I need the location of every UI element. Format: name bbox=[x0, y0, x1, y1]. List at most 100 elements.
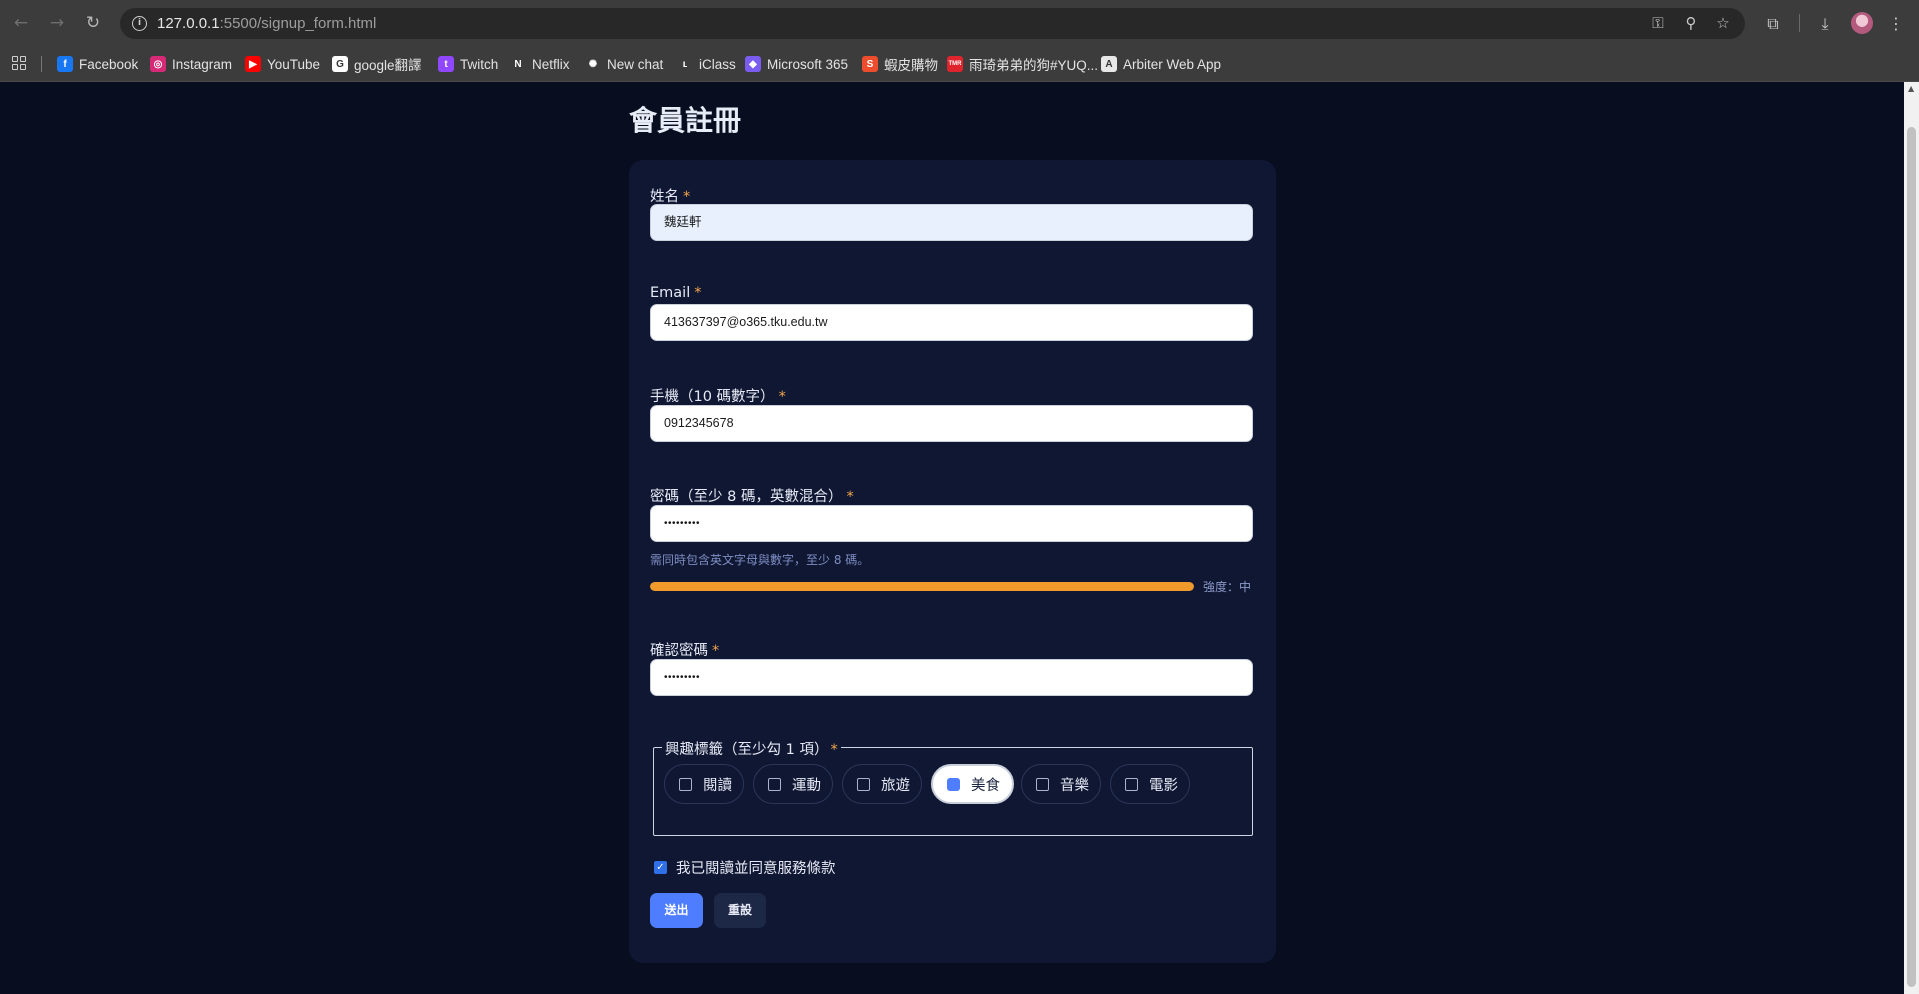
checkbox-icon[interactable] bbox=[1125, 777, 1138, 791]
scroll-up-arrow-icon[interactable]: ▲ bbox=[1908, 84, 1914, 93]
interest-chip-food[interactable]: 美食 bbox=[931, 764, 1014, 804]
interest-chip-label: 運動 bbox=[792, 777, 821, 794]
interest-chip-reading[interactable]: 閱讀 bbox=[664, 764, 744, 804]
bookmark-item[interactable]: ◆ Microsoft 365 bbox=[745, 53, 848, 75]
twitch-icon: t bbox=[438, 56, 454, 72]
microsoft-365-icon: ◆ bbox=[745, 56, 761, 72]
submit-button[interactable]: 送出 bbox=[650, 893, 703, 928]
bookmark-star-icon[interactable]: ☆ bbox=[1714, 14, 1732, 32]
phone-label-text: 手機（10 碼數字） bbox=[650, 389, 775, 405]
email-input[interactable]: 413637397@o365.tku.edu.tw bbox=[650, 304, 1253, 341]
apps-grid-icon[interactable] bbox=[12, 56, 26, 70]
email-label: Email * bbox=[650, 285, 701, 301]
reset-button[interactable]: 重設 bbox=[714, 893, 766, 928]
iclass-icon: ʟ bbox=[677, 56, 693, 72]
interest-chip-label: 閱讀 bbox=[703, 777, 732, 794]
required-mark: * bbox=[846, 489, 854, 505]
checkbox-checked-icon[interactable] bbox=[947, 777, 960, 791]
password-input[interactable]: ••••••••• bbox=[650, 505, 1253, 542]
site-info-icon[interactable]: i bbox=[132, 16, 147, 31]
checkbox-icon[interactable] bbox=[857, 777, 870, 791]
required-mark: * bbox=[712, 643, 720, 659]
youtube-icon: ▶ bbox=[245, 56, 261, 72]
instagram-icon: ◎ bbox=[150, 56, 166, 72]
bookmark-label: Instagram bbox=[172, 56, 233, 72]
password-label: 密碼（至少 8 碼，英數混合） * bbox=[650, 485, 854, 506]
extensions-icon[interactable]: ⧉ bbox=[1762, 13, 1784, 35]
password-label-text: 密碼（至少 8 碼，英數混合） bbox=[650, 489, 843, 505]
name-input[interactable]: 魏廷軒 bbox=[650, 204, 1253, 241]
browser-toolbar: ← → ↻ i 127.0.0.1:5500/signup_form.html … bbox=[0, 0, 1919, 47]
zoom-icon[interactable]: ⚲ bbox=[1682, 14, 1700, 32]
bookmark-item[interactable]: A Arbiter Web App bbox=[1101, 53, 1221, 75]
bookmarks-bar: f Facebook ◎ Instagram ▶ YouTube Ggoogle翻譯 t Twi… bbox=[0, 47, 1919, 82]
required-mark: * bbox=[830, 742, 838, 758]
interest-chip-label: 旅遊 bbox=[881, 777, 910, 794]
address-bar[interactable]: i 127.0.0.1:5500/signup_form.html ⚿ ⚲ ☆ bbox=[120, 8, 1745, 39]
bookmark-label: 雨琦弟弟的狗#YUQ... bbox=[969, 58, 1099, 73]
bookmark-item[interactable]: ◎ Instagram bbox=[150, 53, 232, 75]
checkbox-icon[interactable] bbox=[679, 777, 692, 791]
phone-input[interactable]: 0912345678 bbox=[650, 405, 1253, 442]
url-path: :5500/signup_form.html bbox=[219, 15, 377, 32]
reload-icon[interactable]: ↻ bbox=[83, 13, 103, 33]
name-label-text: 姓名 bbox=[650, 189, 679, 205]
bookmark-item[interactable]: f Facebook bbox=[57, 53, 138, 75]
profile-avatar[interactable] bbox=[1851, 12, 1873, 34]
interest-chip-travel[interactable]: 旅遊 bbox=[842, 764, 922, 804]
confirm-password-label-text: 確認密碼 bbox=[650, 643, 708, 659]
forward-icon[interactable]: → bbox=[47, 13, 67, 33]
scrollbar-thumb[interactable] bbox=[1907, 127, 1916, 987]
toolbar-divider bbox=[1799, 14, 1800, 32]
bookmark-item[interactable]: ʟ iClass bbox=[677, 53, 736, 75]
confirm-password-input[interactable]: ••••••••• bbox=[650, 659, 1253, 696]
password-strength-bar bbox=[650, 582, 1194, 591]
bookmark-item[interactable]: TMR 雨琦弟弟的狗#YUQ... bbox=[947, 53, 1098, 75]
back-icon[interactable]: ← bbox=[11, 13, 31, 33]
bookmark-label: 蝦皮購物 bbox=[884, 58, 938, 73]
downloads-icon[interactable]: ⤓ bbox=[1814, 13, 1836, 35]
confirm-password-label: 確認密碼 * bbox=[650, 639, 719, 660]
password-strength-fill bbox=[650, 582, 1194, 591]
shopee-icon: S bbox=[862, 56, 878, 72]
bookmark-item[interactable]: N Netflix bbox=[510, 53, 570, 75]
checkbox-icon[interactable] bbox=[768, 777, 781, 791]
terms-agreement[interactable]: ✓ 我已閱讀並同意服務條款 bbox=[654, 857, 836, 878]
menu-kebab-icon[interactable]: ⋮ bbox=[1885, 13, 1907, 35]
bookmark-item[interactable]: t Twitch bbox=[438, 53, 498, 75]
bookmarks-divider bbox=[41, 56, 42, 72]
bookmark-item[interactable]: ▶ YouTube bbox=[245, 53, 320, 75]
url-text[interactable]: 127.0.0.1:5500/signup_form.html bbox=[157, 15, 376, 32]
interest-chip-label: 美食 bbox=[971, 777, 1000, 794]
bookmark-label: Microsoft 365 bbox=[767, 56, 849, 72]
google-icon: G bbox=[332, 56, 348, 72]
tmr-icon: TMR bbox=[947, 56, 963, 72]
password-key-icon[interactable]: ⚿ bbox=[1649, 14, 1667, 32]
url-host: 127.0.0.1 bbox=[157, 15, 220, 32]
interest-chip-movies[interactable]: 電影 bbox=[1110, 764, 1190, 804]
interests-legend-text: 興趣標籤（至少勾 1 項） bbox=[665, 742, 829, 758]
bookmark-label: iClass bbox=[699, 56, 736, 72]
bookmark-label: Arbiter Web App bbox=[1123, 56, 1222, 72]
chatgpt-icon: ✺ bbox=[585, 56, 601, 72]
interest-chip-sports[interactable]: 運動 bbox=[753, 764, 833, 804]
bookmark-item[interactable]: S 蝦皮購物 bbox=[862, 53, 938, 75]
phone-label: 手機（10 碼數字） * bbox=[650, 385, 786, 406]
interest-chip-label: 電影 bbox=[1149, 777, 1178, 794]
required-mark: * bbox=[683, 189, 691, 205]
bookmark-label: google翻譯 bbox=[354, 58, 422, 73]
page-title: 會員註冊 bbox=[629, 104, 742, 137]
interests-legend: 興趣標籤（至少勾 1 項） * bbox=[662, 738, 841, 759]
password-hint: 需同時包含英文字母與數字，至少 8 碼。 bbox=[650, 553, 870, 567]
netflix-icon: N bbox=[510, 56, 526, 72]
interest-chip-music[interactable]: 音樂 bbox=[1021, 764, 1101, 804]
bookmark-label: Twitch bbox=[460, 56, 499, 72]
bookmark-item[interactable]: Ggoogle翻譯 bbox=[332, 53, 422, 75]
terms-checkbox-checked-icon[interactable]: ✓ bbox=[654, 861, 667, 874]
bookmark-label: YouTube bbox=[267, 56, 321, 72]
bookmark-item[interactable]: ✺ New chat bbox=[585, 53, 663, 75]
required-mark: * bbox=[694, 285, 702, 301]
page-scrollbar[interactable]: ▲ bbox=[1904, 82, 1919, 994]
email-label-text: Email bbox=[650, 285, 691, 301]
checkbox-icon[interactable] bbox=[1036, 777, 1049, 791]
